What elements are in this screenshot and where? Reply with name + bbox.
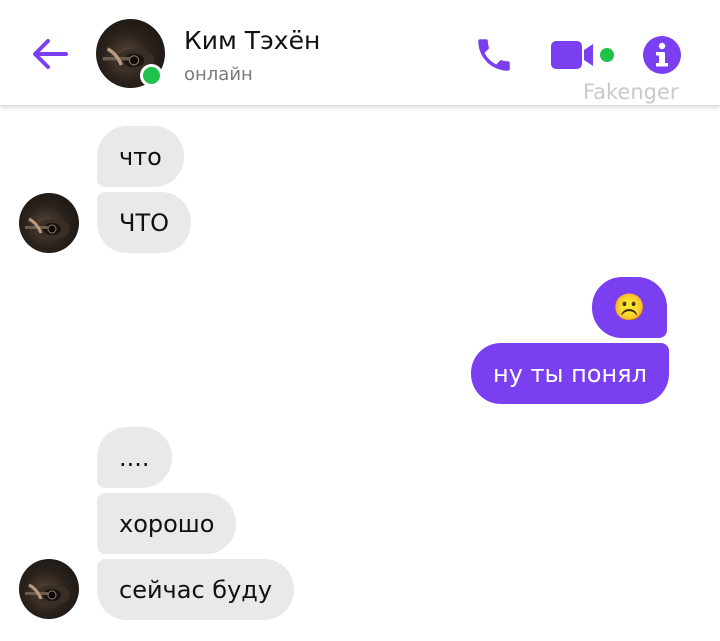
video-camera-icon[interactable] <box>550 38 618 72</box>
sender-avatar <box>19 193 79 253</box>
message-bubble[interactable]: что <box>97 126 184 187</box>
message-bubble[interactable]: .... <box>97 427 172 488</box>
info-icon[interactable] <box>642 35 682 75</box>
message-bubble[interactable]: ну ты понял <box>471 343 669 404</box>
online-status-dot <box>140 64 163 87</box>
message-bubble[interactable]: сейчас буду <box>97 559 295 620</box>
message-bubble[interactable]: хорошо <box>97 493 237 554</box>
message-bubble[interactable]: ☹️ <box>592 277 667 338</box>
watermark: Fakenger <box>583 80 679 104</box>
contact-name[interactable]: Ким Тэхён <box>184 26 320 55</box>
arrow-left-icon[interactable] <box>28 32 72 76</box>
sender-avatar <box>19 559 79 619</box>
message-bubble[interactable]: ЧТО <box>97 192 192 253</box>
contact-status: онлайн <box>184 64 253 85</box>
chat-header: Ким Тэхён онлайн Fakenger <box>0 0 720 106</box>
phone-icon[interactable] <box>473 34 515 76</box>
